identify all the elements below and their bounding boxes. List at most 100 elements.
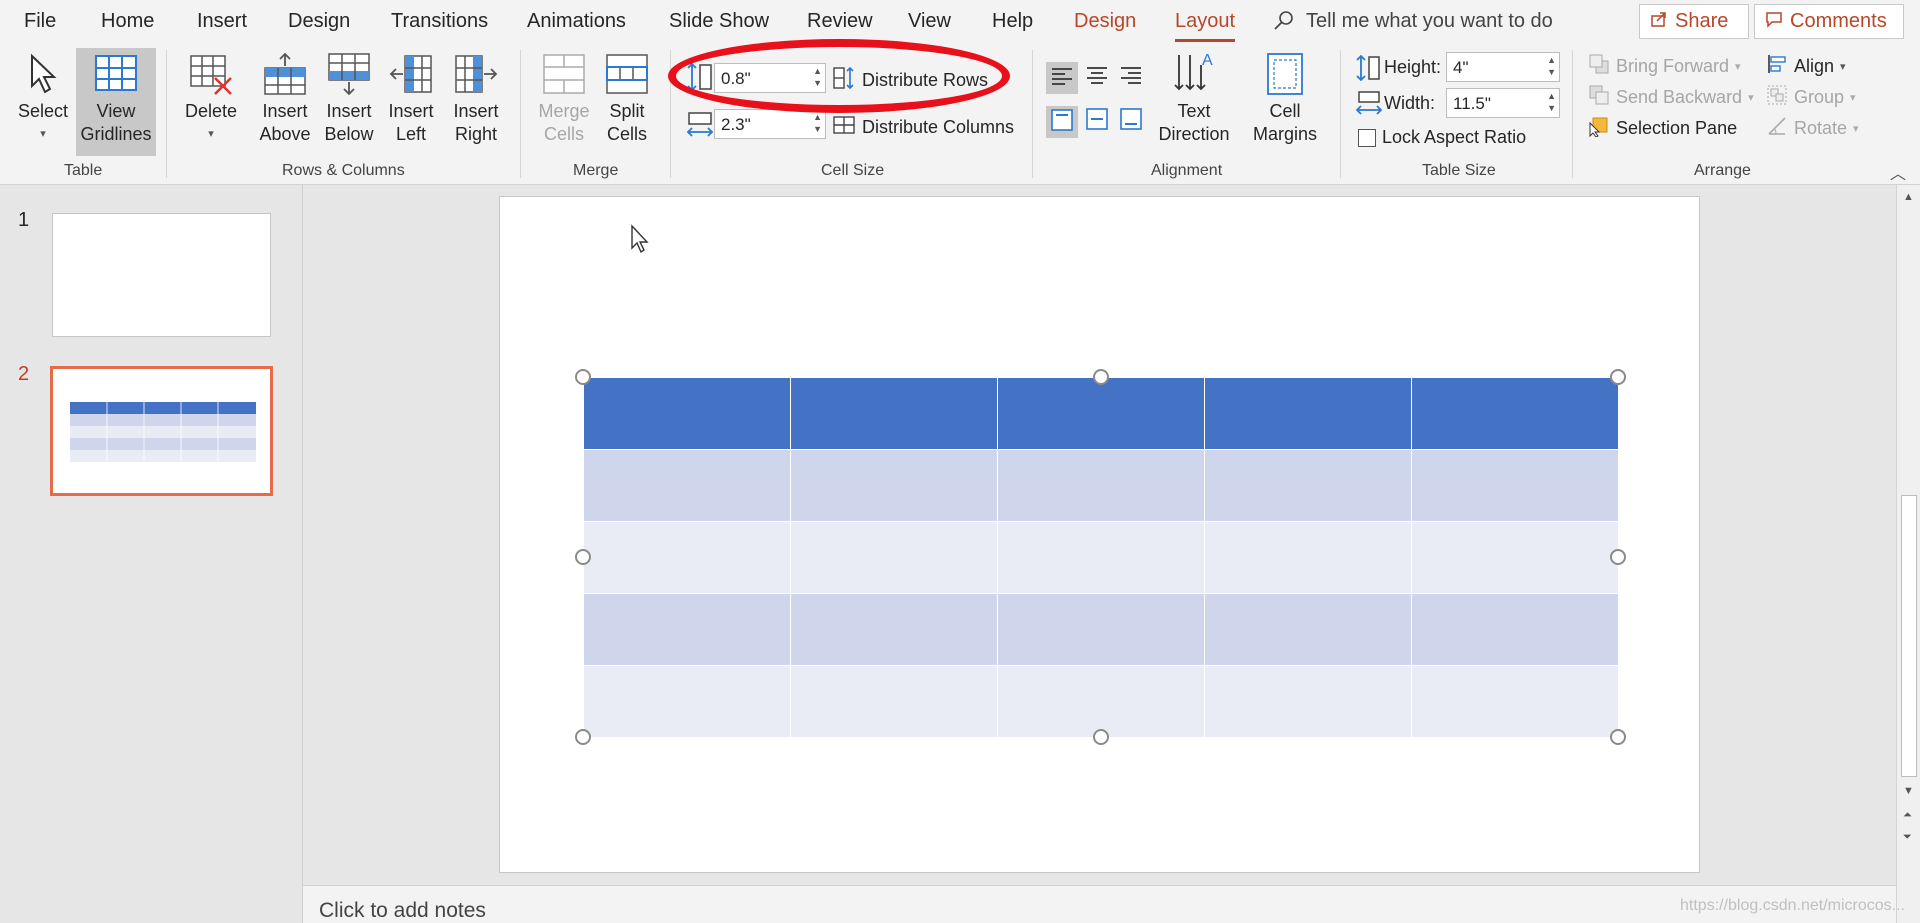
delete-button[interactable]: Delete ▾ — [180, 50, 242, 146]
rotate-button[interactable]: Rotate ▾ — [1766, 115, 1859, 142]
tab-review[interactable]: Review — [807, 10, 873, 33]
lock-aspect-ratio-checkbox[interactable]: Lock Aspect Ratio — [1358, 127, 1526, 148]
notes-pane[interactable]: Click to add notes — [303, 885, 1896, 923]
insert-below-button[interactable]: Insert Below — [322, 50, 376, 146]
cell-margins-button[interactable]: Cell Margins — [1244, 50, 1326, 146]
align-top-button[interactable] — [1046, 106, 1078, 138]
share-button[interactable]: Share — [1639, 4, 1749, 39]
tab-file[interactable]: File — [24, 10, 56, 33]
tab-insert[interactable]: Insert — [197, 10, 247, 33]
align-middle-button[interactable] — [1082, 106, 1112, 136]
tab-transitions[interactable]: Transitions — [391, 10, 488, 33]
table-cell[interactable] — [997, 665, 1205, 738]
insert-right-button[interactable]: Insert Right — [450, 50, 502, 146]
table-cell[interactable] — [583, 665, 791, 738]
table-cell[interactable] — [1411, 449, 1619, 522]
table-cell[interactable] — [790, 593, 998, 666]
comments-button[interactable]: Comments — [1754, 4, 1904, 39]
table-cell[interactable] — [1411, 665, 1619, 738]
table-cell[interactable] — [790, 377, 998, 450]
next-slide-icon[interactable]: ⏷ — [1903, 831, 1912, 844]
align-left-button[interactable] — [1046, 62, 1078, 94]
split-cells-button[interactable]: Split Cells — [602, 50, 652, 146]
row-height-input[interactable]: 0.8" ▲ ▼ — [714, 63, 826, 93]
insert-left-button[interactable]: Insert Left — [386, 50, 436, 146]
table-cell[interactable] — [997, 593, 1205, 666]
distribute-columns-button[interactable]: Distribute Columns — [832, 113, 1014, 142]
table-cell[interactable] — [997, 521, 1205, 594]
align-bottom-button[interactable] — [1116, 106, 1146, 136]
resize-handle-top-left[interactable] — [575, 369, 591, 385]
scrollbar-thumb[interactable] — [1901, 495, 1917, 777]
table-cell[interactable] — [790, 665, 998, 738]
tab-view[interactable]: View — [908, 10, 951, 33]
previous-slide-icon[interactable]: ⏶ — [1903, 809, 1912, 822]
tab-home[interactable]: Home — [101, 10, 154, 33]
resize-handle-bottom-right[interactable] — [1610, 729, 1626, 745]
resize-handle-left[interactable] — [575, 549, 591, 565]
table-cell[interactable] — [1411, 593, 1619, 666]
align-button[interactable]: Align ▾ — [1766, 53, 1846, 80]
resize-handle-top-right[interactable] — [1610, 369, 1626, 385]
insert-above-button[interactable]: Insert Above — [258, 50, 312, 146]
view-gridlines-button[interactable]: View Gridlines — [76, 48, 156, 156]
spin-arrows-icon[interactable]: ▲ ▼ — [1547, 54, 1556, 78]
table-width-input[interactable]: 11.5" ▲ ▼ — [1446, 88, 1560, 118]
table-cell[interactable] — [1204, 377, 1412, 450]
tab-help[interactable]: Help — [992, 10, 1033, 33]
spin-arrows-icon[interactable]: ▲ ▼ — [813, 111, 822, 135]
distribute-rows-label: Distribute Rows — [862, 70, 989, 90]
merge-cells-button[interactable]: Merge Cells — [536, 50, 592, 146]
table-cell[interactable] — [1204, 593, 1412, 666]
table-cell[interactable] — [1411, 521, 1619, 594]
table-cell[interactable] — [583, 377, 791, 450]
tab-design[interactable]: Design — [288, 10, 350, 33]
table-cell[interactable] — [583, 449, 791, 522]
resize-handle-bottom-left[interactable] — [575, 729, 591, 745]
send-backward-button[interactable]: Send Backward ▾ — [1588, 84, 1754, 111]
bring-forward-button[interactable]: Bring Forward ▾ — [1588, 53, 1741, 80]
slide-number: 1 — [18, 209, 30, 231]
vertical-scrollbar[interactable]: ▲ ▼ ⏶ ⏷ — [1896, 185, 1920, 923]
resize-handle-bottom[interactable] — [1093, 729, 1109, 745]
distribute-rows-button[interactable]: Distribute Rows — [832, 66, 988, 95]
text-direction-button[interactable]: A Text Direction — [1150, 50, 1238, 146]
slide-table[interactable] — [583, 377, 1619, 738]
table-cell[interactable] — [1411, 377, 1619, 450]
resize-handle-top[interactable] — [1093, 369, 1109, 385]
align-center-button[interactable] — [1082, 62, 1112, 92]
table-cell[interactable] — [1204, 521, 1412, 594]
table-height-input[interactable]: 4" ▲ ▼ — [1446, 52, 1560, 82]
chevron-down-icon: ▾ — [1840, 61, 1846, 73]
slide-thumbnail-1[interactable] — [52, 213, 271, 337]
column-width-input[interactable]: 2.3" ▲ ▼ — [714, 109, 826, 139]
bring-forward-label: Bring Forward — [1616, 56, 1730, 76]
group-separator — [166, 50, 167, 178]
resize-handle-right[interactable] — [1610, 549, 1626, 565]
table-cell[interactable] — [790, 521, 998, 594]
collapse-ribbon-icon[interactable]: ︿ — [1890, 160, 1906, 184]
align-right-button[interactable] — [1116, 62, 1146, 92]
table-cell[interactable] — [997, 449, 1205, 522]
view-gridlines-label-2: Gridlines — [80, 124, 152, 144]
group-button[interactable]: Group ▾ — [1766, 84, 1856, 111]
table-cell[interactable] — [790, 449, 998, 522]
tab-table-design[interactable]: Design — [1074, 10, 1136, 33]
scroll-up-icon[interactable]: ▲ — [1903, 191, 1914, 203]
table-cell[interactable] — [1204, 449, 1412, 522]
slide-thumbnail-2[interactable] — [50, 366, 273, 496]
tell-me-search[interactable]: Tell me what you want to do — [1306, 10, 1553, 33]
selection-pane-button[interactable]: Selection Pane — [1588, 115, 1737, 142]
tab-animations[interactable]: Animations — [527, 10, 626, 33]
scroll-down-icon[interactable]: ▼ — [1903, 785, 1914, 797]
table-cell[interactable] — [997, 377, 1205, 450]
spin-arrows-icon[interactable]: ▲ ▼ — [813, 65, 822, 89]
table-cell[interactable] — [1204, 665, 1412, 738]
table-cell[interactable] — [583, 521, 791, 594]
spin-arrows-icon[interactable]: ▲ ▼ — [1547, 90, 1556, 114]
group-label-table: Table — [64, 162, 103, 179]
select-button[interactable]: Select ▾ — [16, 50, 70, 146]
tab-table-layout[interactable]: Layout — [1175, 10, 1236, 42]
tab-slide-show[interactable]: Slide Show — [669, 10, 769, 33]
table-cell[interactable] — [583, 593, 791, 666]
